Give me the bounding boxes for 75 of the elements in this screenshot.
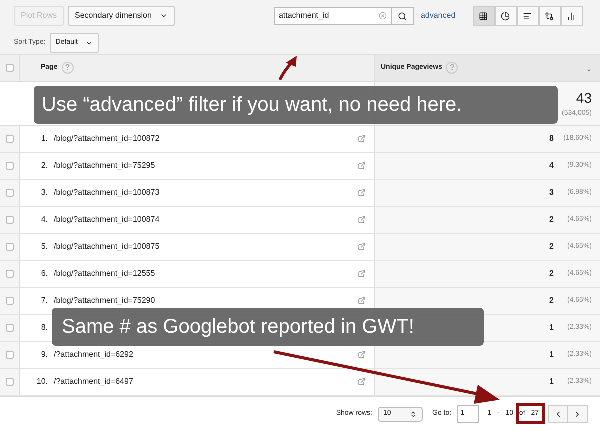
columns-icon	[567, 12, 576, 20]
view-toggle[interactable]	[516, 6, 539, 26]
pageviews-value: 1	[550, 376, 554, 388]
page-path: /?attachment_id=6292	[54, 349, 134, 361]
arrow	[278, 56, 297, 81]
stepper-icon	[410, 410, 416, 418]
sort-arrow[interactable]: ↓	[586, 60, 592, 76]
pageviews-value: 3	[550, 187, 554, 199]
row-index: 6.	[40, 268, 49, 280]
pageviews-value: 1	[550, 322, 554, 334]
page-path: /blog/?attachment_id=100874	[54, 214, 160, 226]
view-toggle[interactable]	[472, 6, 495, 26]
row-checkbox[interactable]	[6, 324, 14, 332]
external-link-icon[interactable]	[358, 189, 366, 197]
bar-list-icon	[523, 12, 532, 20]
caret-icon	[86, 40, 93, 46]
pageviews-value: 2	[550, 241, 554, 253]
external-link-icon[interactable]	[358, 162, 366, 170]
row-checkbox[interactable]	[6, 162, 14, 170]
row-checkbox[interactable]	[6, 270, 14, 278]
row-index: 8.	[40, 322, 49, 334]
row-checkbox[interactable]	[6, 189, 14, 197]
search-button[interactable]	[392, 7, 414, 25]
compare-icon	[545, 12, 554, 20]
row-checkbox[interactable]	[6, 135, 14, 143]
row-index: 5.	[40, 241, 49, 253]
callout-label: Same # as Googlebot reported in GWT!	[52, 308, 484, 346]
pageviews-value: 1	[550, 349, 554, 361]
page-path: /blog/?attachment_id=100873	[54, 187, 160, 199]
row-index: 10.	[36, 376, 49, 388]
view-toggle[interactable]	[494, 6, 517, 26]
page-path: /blog/?attachment_id=100872	[54, 133, 160, 145]
pageviews-value: 2	[550, 268, 554, 280]
chevron-right-icon	[573, 410, 582, 418]
search-field[interactable]: attachment_id	[274, 7, 392, 25]
row-checkbox[interactable]	[6, 243, 14, 251]
page-path: /blog/?attachment_id=100875	[54, 241, 160, 253]
advanced-link[interactable]: advanced	[420, 10, 456, 22]
pageviews-value: 2	[550, 295, 554, 307]
external-link-icon[interactable]	[358, 216, 366, 224]
external-link-icon[interactable]	[358, 378, 366, 386]
row-index: 3.	[40, 187, 49, 199]
callout-label: Use “advanced” filter if you want, no need here.	[34, 86, 558, 124]
row-index: 7.	[40, 295, 49, 307]
grid-icon	[479, 12, 488, 20]
external-link-icon[interactable]	[358, 297, 366, 305]
external-link-icon[interactable]	[358, 243, 366, 251]
pageviews-value: 8	[550, 133, 554, 145]
view-toggle[interactable]	[560, 6, 583, 26]
external-link-icon[interactable]	[358, 351, 366, 359]
pie-chart-icon	[501, 12, 510, 20]
row-index: 4.	[40, 214, 49, 226]
search-icon	[398, 12, 407, 20]
row-checkbox[interactable]	[6, 378, 14, 386]
external-link-icon[interactable]	[358, 135, 366, 143]
external-link-icon[interactable]	[358, 270, 366, 278]
highlight-frame	[516, 402, 545, 424]
page-path: /?attachment_id=6497	[54, 376, 134, 388]
secondary-dimension-dropdown[interactable]: Secondary dimension	[68, 6, 175, 26]
caret-icon	[160, 12, 168, 20]
total-value: 43	[576, 88, 592, 108]
select-all-checkbox[interactable]	[6, 64, 14, 72]
row-index: 1.	[40, 133, 49, 145]
pageviews-value: 4	[550, 160, 554, 172]
clear-icon[interactable]	[378, 12, 387, 20]
page-path: /blog/?attachment_id=12555	[54, 268, 156, 280]
row-checkbox[interactable]	[6, 216, 14, 224]
pageviews-value: 2	[550, 214, 554, 226]
row-checkbox[interactable]	[6, 297, 14, 305]
row-checkbox[interactable]	[6, 351, 14, 359]
view-toggle[interactable]	[538, 6, 561, 26]
row-index: 9.	[40, 349, 49, 361]
page-path: /blog/?attachment_id=75290	[54, 295, 156, 307]
page-path: /blog/?attachment_id=75295	[54, 160, 156, 172]
row-index: 2.	[40, 160, 49, 172]
